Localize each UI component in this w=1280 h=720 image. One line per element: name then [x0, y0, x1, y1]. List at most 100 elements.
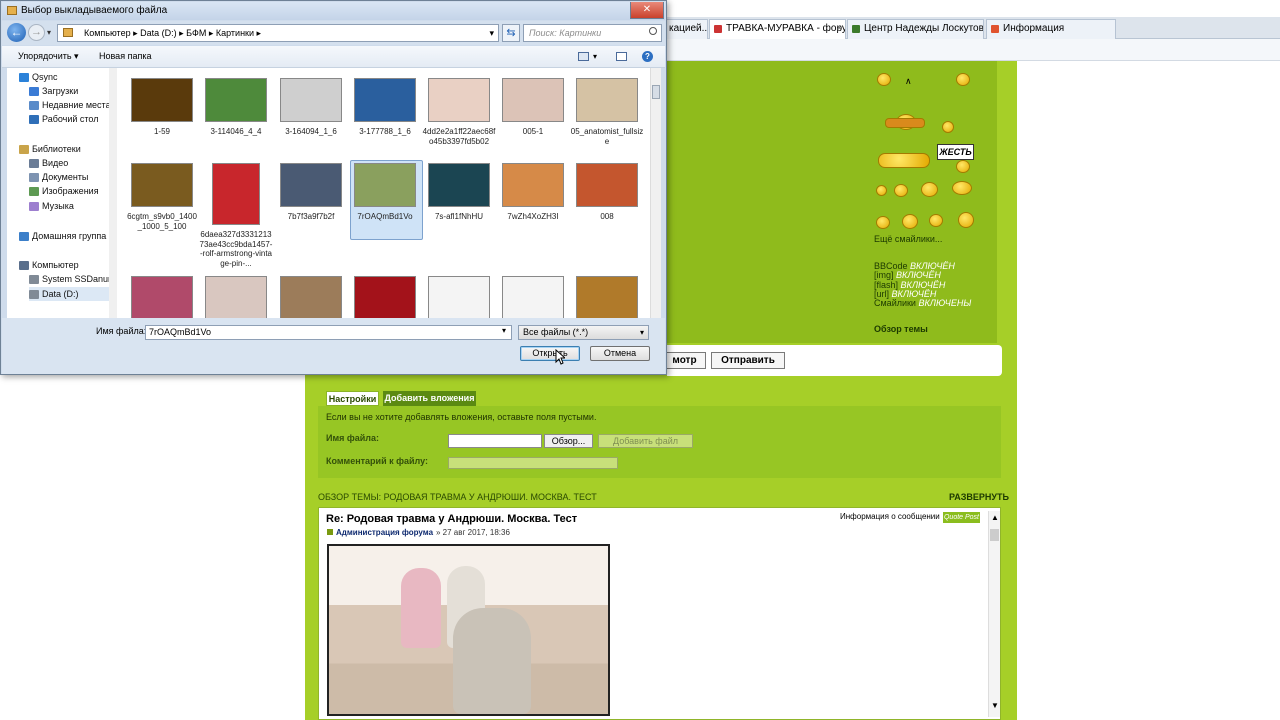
- scroll-thumb[interactable]: [990, 529, 999, 541]
- nav-item[interactable]: Data (D:): [29, 287, 109, 301]
- expand-link[interactable]: РАЗВЕРНУТЬ: [949, 492, 1009, 502]
- comment-input[interactable]: [448, 457, 618, 469]
- file-item[interactable]: 4dd2e2a1ff22aec68fo45b3397fd5b02: [422, 78, 496, 146]
- chevron-down-icon[interactable]: ▼: [991, 701, 999, 710]
- search-icon[interactable]: [649, 27, 657, 35]
- nav-item[interactable]: Документы: [29, 170, 88, 184]
- chevron-down-icon[interactable]: ▾: [593, 46, 597, 67]
- forward-icon[interactable]: →: [28, 24, 45, 41]
- file-item[interactable]: [199, 276, 273, 318]
- file-item[interactable]: [125, 276, 199, 318]
- smiley-icon[interactable]: [876, 216, 890, 229]
- chevron-down-icon[interactable]: ▾: [502, 326, 506, 335]
- post-scrollbar[interactable]: ▲ ▼: [988, 511, 1000, 717]
- smiley-icon[interactable]: [877, 73, 891, 86]
- new-folder-button[interactable]: Новая папка: [99, 46, 151, 67]
- help-icon[interactable]: ?: [642, 51, 653, 62]
- file-item[interactable]: [496, 276, 570, 318]
- chevron-down-icon[interactable]: ▾: [47, 28, 51, 37]
- topic-review-link[interactable]: Обзор темы: [874, 324, 928, 334]
- file-item[interactable]: 6cgtm_s9vb0_1400_1000_5_100: [125, 163, 199, 231]
- breadcrumb-item[interactable]: БФМ: [186, 28, 206, 38]
- nav-item[interactable]: System SSDanuм: [29, 272, 109, 286]
- file-path-input[interactable]: [448, 434, 542, 448]
- back-icon[interactable]: ←: [7, 23, 26, 42]
- file-item[interactable]: [570, 276, 644, 318]
- nav-item[interactable]: Недавние места: [29, 98, 109, 112]
- smiley-icon[interactable]: [956, 160, 970, 173]
- file-item[interactable]: 3-164094_1_6: [274, 78, 348, 137]
- smiley-icon[interactable]: [958, 212, 974, 228]
- nav-item[interactable]: Qsync: [19, 70, 58, 84]
- smiley-bubble[interactable]: ЖЕСТЬ: [937, 144, 974, 160]
- search-input[interactable]: Поиск: Картинки: [523, 24, 662, 42]
- smiley-icon[interactable]: [885, 118, 925, 128]
- nav-item[interactable]: Домашняя группа: [19, 229, 106, 243]
- smiley-icon[interactable]: [894, 184, 908, 197]
- browser-tab[interactable]: Информация: [986, 19, 1116, 39]
- file-item[interactable]: 7wZh4XoZH3I: [496, 163, 570, 222]
- nav-scrollbar[interactable]: [109, 68, 117, 318]
- preview-button[interactable]: мотр: [663, 352, 706, 369]
- smiley-icon[interactable]: ∧: [905, 76, 912, 87]
- file-item[interactable]: [274, 276, 348, 318]
- smiley-icon[interactable]: [956, 73, 970, 86]
- breadcrumb-item[interactable]: Компьютер: [84, 28, 131, 38]
- smiley-icon[interactable]: [942, 121, 954, 133]
- nav-item[interactable]: Видео: [29, 156, 68, 170]
- close-icon[interactable]: ×: [836, 20, 842, 38]
- quote-button[interactable]: Quote Post: [943, 512, 980, 523]
- file-item[interactable]: 3-114046_4_4: [199, 78, 273, 137]
- submit-button[interactable]: Отправить: [711, 352, 785, 369]
- scroll-thumb[interactable]: [652, 85, 660, 99]
- smiley-icon[interactable]: [876, 185, 887, 196]
- nav-item[interactable]: Рабочий стол: [29, 112, 99, 126]
- breadcrumb-item[interactable]: Data (D:): [140, 28, 177, 38]
- smiley-icon[interactable]: [902, 214, 918, 229]
- post-author[interactable]: Администрация форума: [336, 528, 433, 537]
- file-item[interactable]: 7s-afl1fNhHU: [422, 163, 496, 222]
- address-bar[interactable]: Компьютер ▸ Data (D:) ▸ БФМ ▸ Картинки ▸…: [57, 24, 499, 42]
- file-item[interactable]: 05_anatomist_fullsize: [570, 78, 644, 146]
- nav-item[interactable]: Музыка: [29, 199, 74, 213]
- tab-add-attachments[interactable]: Добавить вложения: [383, 391, 476, 406]
- chevron-up-icon[interactable]: ▲: [991, 513, 999, 522]
- smiley-icon[interactable]: [929, 214, 943, 227]
- browse-button[interactable]: Обзор...: [544, 434, 593, 448]
- file-item[interactable]: 005-1: [496, 78, 570, 137]
- file-item[interactable]: [422, 276, 496, 318]
- refresh-icon[interactable]: ⇆: [502, 24, 520, 42]
- more-smilies-link[interactable]: Ещё смайлики...: [874, 234, 942, 244]
- tab-settings[interactable]: Настройки: [326, 391, 379, 406]
- file-item[interactable]: 3-177788_1_6: [348, 78, 422, 137]
- organize-menu[interactable]: Упорядочить ▾: [18, 46, 79, 67]
- browser-tab-active[interactable]: ТРАВКА-МУРАВКА - фору... ×: [709, 19, 846, 39]
- browser-tab[interactable]: кацией...: [664, 19, 708, 39]
- file-item[interactable]: [348, 276, 422, 318]
- open-button[interactable]: Открыть: [520, 346, 580, 361]
- close-icon[interactable]: ✕: [630, 2, 664, 19]
- smiley-icon[interactable]: [878, 153, 930, 168]
- file-item[interactable]: 1-59: [125, 78, 199, 137]
- smiley-icon[interactable]: [921, 182, 938, 197]
- file-item[interactable]: 6daea327d333121373ae43cc9bda1457--rolf-a…: [199, 163, 273, 268]
- filetype-select[interactable]: Все файлы (*.*) ▾: [518, 325, 649, 340]
- chevron-down-icon[interactable]: ▾: [640, 326, 644, 339]
- file-item[interactable]: 008: [570, 163, 644, 222]
- nav-item[interactable]: Изображения: [29, 184, 99, 198]
- cancel-button[interactable]: Отмена: [590, 346, 650, 361]
- file-scrollbar[interactable]: [650, 68, 661, 318]
- browser-tab[interactable]: Центр Надежды Лоскутовой...: [847, 19, 984, 39]
- breadcrumb-item[interactable]: Картинки: [216, 28, 254, 38]
- file-item[interactable]: 7b7f3a9f7b2f: [274, 163, 348, 222]
- chevron-down-icon[interactable]: ▾: [489, 25, 494, 41]
- nav-item[interactable]: Загрузки: [29, 84, 78, 98]
- add-file-button[interactable]: Добавить файл: [598, 434, 693, 448]
- preview-pane-icon[interactable]: [616, 52, 627, 61]
- dialog-titlebar[interactable]: Выбор выкладываемого файла ✕: [2, 2, 665, 20]
- nav-item[interactable]: Компьютер: [19, 258, 79, 272]
- post-info-link[interactable]: Информация о сообщении: [840, 512, 940, 521]
- nav-item[interactable]: Библиотеки: [19, 142, 81, 156]
- smiley-icon[interactable]: [952, 181, 972, 195]
- file-item[interactable]: 7rOAQmBd1Vo: [348, 163, 422, 222]
